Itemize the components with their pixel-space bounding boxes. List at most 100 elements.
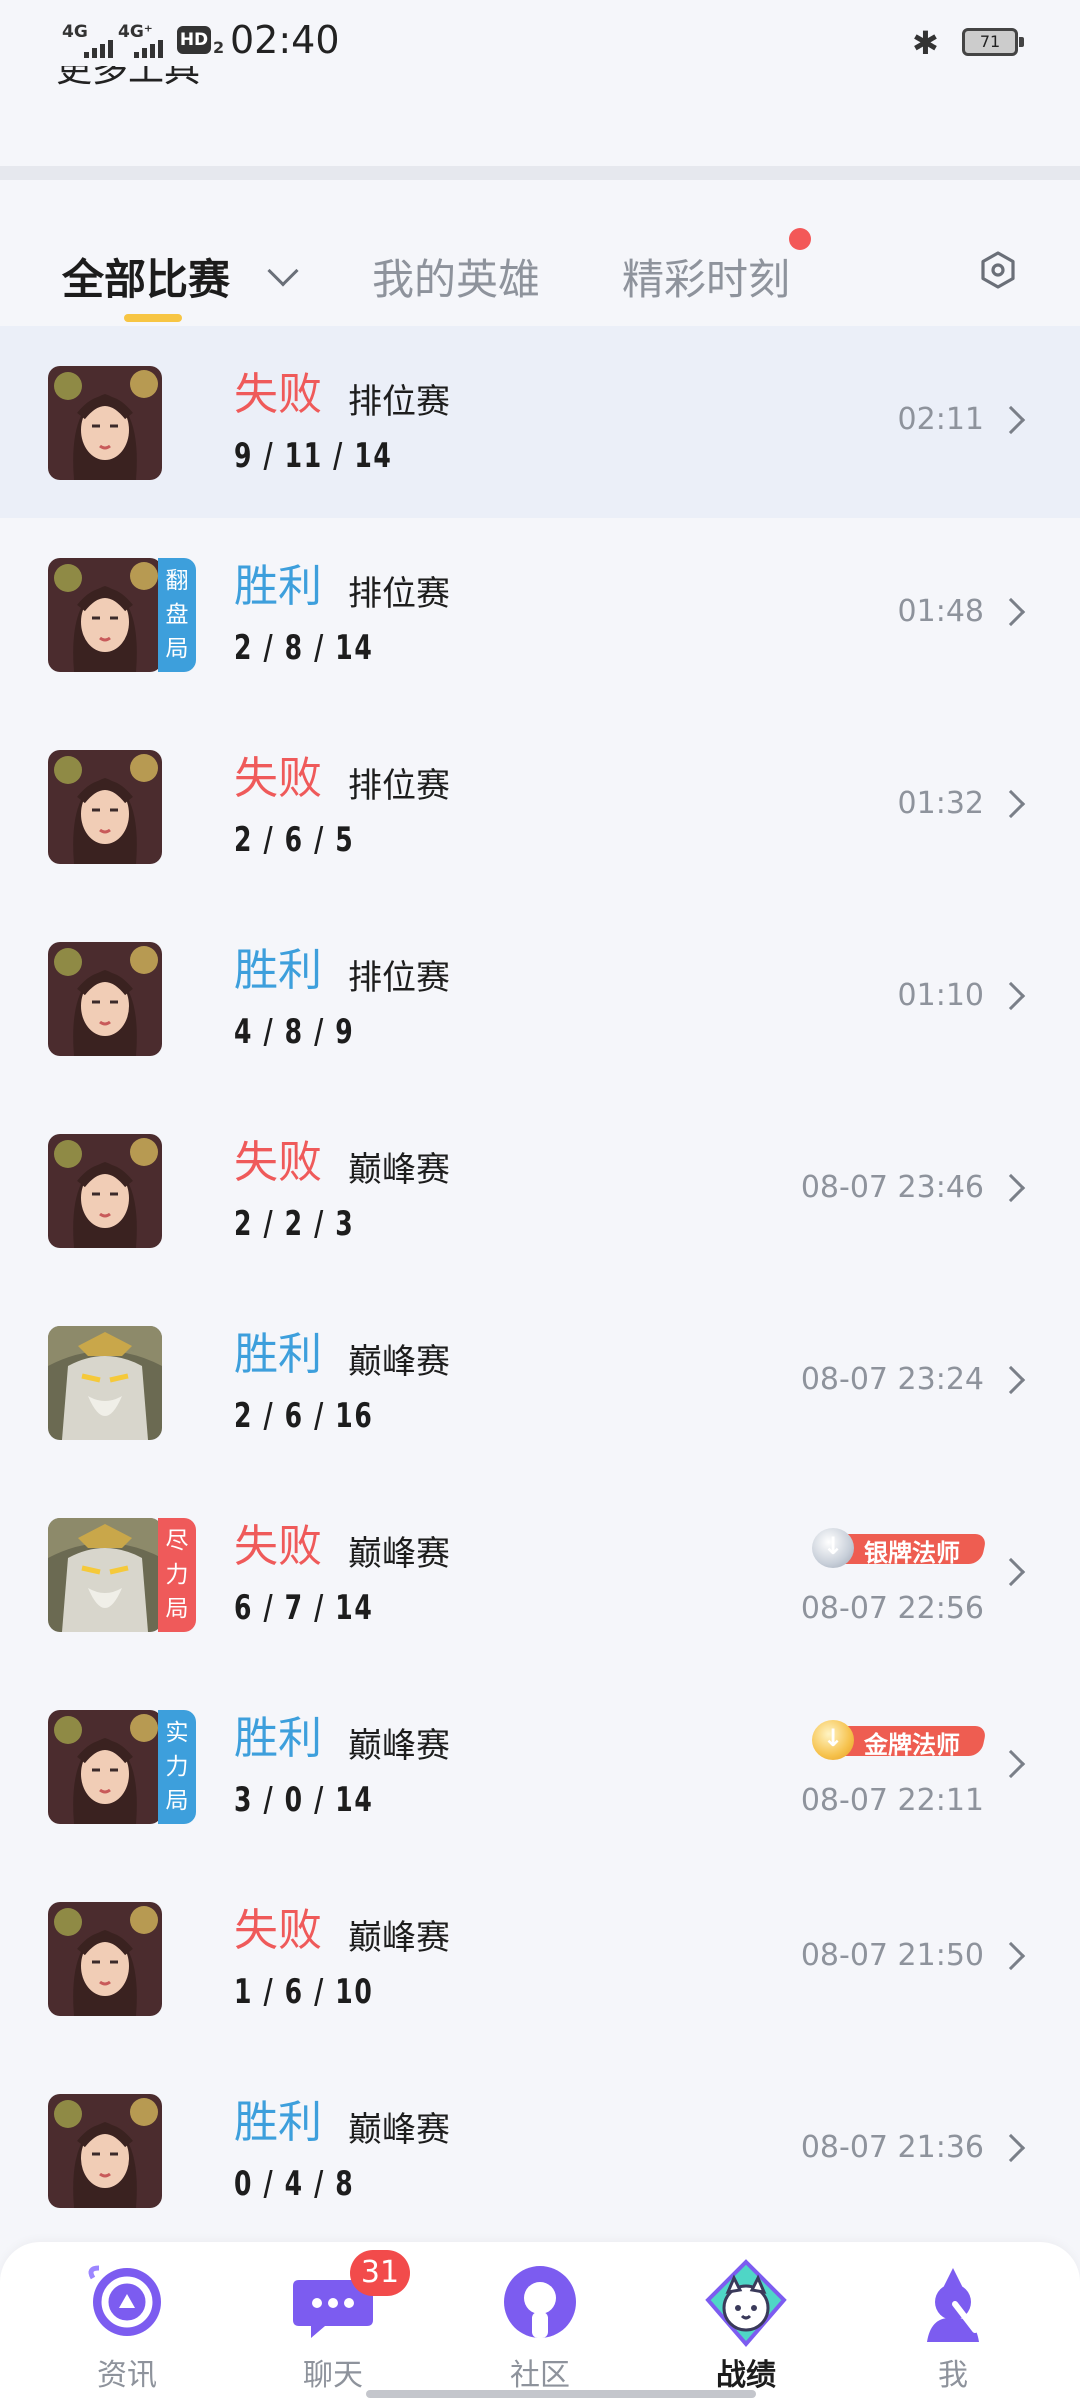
match-kda: 2 / 2 / 3 (234, 1204, 355, 1244)
more-tools-label: 更多工具 (56, 66, 201, 90)
notification-dot (789, 228, 811, 250)
match-time: 08-07 21:50 (800, 1938, 984, 1973)
badge-char: 力 (165, 1562, 189, 1588)
chevron-right-icon (996, 597, 1026, 627)
nav-me[interactable]: 我 (850, 2242, 1056, 2400)
nav-news[interactable]: 资讯 (24, 2242, 230, 2400)
home-indicator (366, 2390, 756, 2398)
signal-bars-icon (134, 40, 163, 58)
tab-active-indicator (124, 314, 182, 322)
match-tabs: 全部比赛 我的英雄 精彩时刻 (0, 180, 1080, 326)
match-row[interactable]: 失败 巅峰赛 1 / 6 / 10 08-07 21:50 (0, 1862, 1080, 2054)
nav-community[interactable]: 社区 (437, 2242, 643, 2400)
hd-voice-icon: HD (177, 26, 211, 54)
rank-badge: 银牌法师 (812, 1528, 988, 1568)
match-time: 01:10 (897, 978, 984, 1013)
rank-badge: 金牌法师 (812, 1720, 988, 1760)
badge-char: 翻 (165, 568, 189, 594)
community-icon (504, 2266, 576, 2338)
record-mascot-icon (705, 2259, 787, 2348)
medal-icon (812, 1528, 854, 1568)
match-row[interactable]: 失败 巅峰赛 2 / 2 / 3 08-07 23:46 (0, 1094, 1080, 1286)
hero-avatar (48, 2094, 162, 2208)
signal-4g-label: 4G (62, 22, 88, 42)
match-list: 失败 排位赛 9 / 11 / 14 02:11 胜利 排位赛 2 / 8 / … (0, 326, 1080, 2246)
nav-me-label: 我 (938, 2358, 968, 2393)
nav-chat[interactable]: 31 聊天 (230, 2242, 436, 2400)
hero-avatar (48, 942, 162, 1056)
hero-avatar (48, 1710, 162, 1824)
match-time: 01:32 (897, 786, 984, 821)
hero-avatar (48, 558, 162, 672)
badge-char: 盘 (165, 602, 189, 628)
match-time: 02:11 (897, 402, 984, 437)
chevron-right-icon (996, 405, 1026, 435)
match-time: 08-07 23:24 (800, 1362, 984, 1397)
tab-all-matches[interactable]: 全部比赛 (62, 246, 230, 307)
match-row[interactable]: 胜利 巅峰赛 0 / 4 / 8 08-07 21:36 (0, 2054, 1080, 2246)
match-result: 胜利 (234, 1713, 322, 1764)
match-result: 失败 (234, 1137, 322, 1188)
signal-4g-plus-label: 4G⁺ (118, 22, 153, 42)
nav-community-label: 社区 (510, 2358, 570, 2393)
hero-avatar (48, 1134, 162, 1248)
chevron-right-icon (996, 2133, 1026, 2163)
match-row[interactable]: 胜利 排位赛 2 / 8 / 14 01:48 翻盘局 (0, 518, 1080, 710)
match-kda: 4 / 8 / 9 (234, 1012, 355, 1052)
settings-icon[interactable] (978, 250, 1018, 290)
match-result: 胜利 (234, 2097, 322, 2148)
chevron-right-icon (996, 789, 1026, 819)
match-row[interactable]: 失败 排位赛 2 / 6 / 5 01:32 (0, 710, 1080, 902)
nav-chat-label: 聊天 (303, 2358, 363, 2393)
status-time: 02:40 (230, 18, 340, 62)
chevron-right-icon (996, 981, 1026, 1011)
match-kda: 6 / 7 / 14 (234, 1588, 374, 1628)
hero-avatar (48, 750, 162, 864)
match-mode: 巅峰赛 (348, 2110, 450, 2150)
badge-char: 局 (165, 1596, 189, 1622)
match-time: 08-07 22:56 (800, 1591, 984, 1626)
match-result: 失败 (234, 369, 322, 420)
match-kda: 0 / 4 / 8 (234, 2164, 355, 2204)
match-result: 失败 (234, 1905, 322, 1956)
hero-avatar (48, 1518, 162, 1632)
badge-char: 局 (165, 636, 189, 662)
badge-char: 力 (165, 1754, 189, 1780)
match-row[interactable]: 胜利 排位赛 4 / 8 / 9 01:10 (0, 902, 1080, 1094)
signal-bars-icon (84, 40, 113, 58)
bottom-nav: 资讯 31 聊天 社区 战绩 我 (0, 2242, 1080, 2400)
match-row[interactable]: 失败 巅峰赛 6 / 7 / 14 08-07 22:56 尽力局 银牌法师 (0, 1478, 1080, 1670)
match-mode: 巅峰赛 (348, 1918, 450, 1958)
match-mode: 排位赛 (348, 574, 450, 614)
match-mode: 排位赛 (348, 766, 450, 806)
chevron-down-icon[interactable] (267, 255, 299, 287)
match-mode: 巅峰赛 (348, 1534, 450, 1574)
match-tag-badge: 翻盘局 (158, 558, 196, 672)
match-result: 失败 (234, 753, 322, 804)
match-time: 08-07 22:11 (800, 1783, 984, 1818)
match-mode: 排位赛 (348, 958, 450, 998)
hero-avatar (48, 1902, 162, 2016)
match-row[interactable]: 失败 排位赛 9 / 11 / 14 02:11 (0, 326, 1080, 518)
badge-char: 局 (165, 1788, 189, 1814)
battery-icon: 71 (962, 28, 1024, 56)
match-result: 失败 (234, 1521, 322, 1572)
nav-news-label: 资讯 (97, 2358, 157, 2393)
profile-icon (927, 2268, 979, 2342)
news-icon (88, 2265, 161, 2336)
match-mode: 巅峰赛 (348, 1150, 450, 1190)
tab-highlights[interactable]: 精彩时刻 (622, 246, 790, 307)
match-tag-badge: 尽力局 (158, 1518, 196, 1632)
match-row[interactable]: 胜利 巅峰赛 3 / 0 / 14 08-07 22:11 实力局 金牌法师 (0, 1670, 1080, 1862)
match-kda: 2 / 8 / 14 (234, 628, 374, 668)
badge-char: 尽 (165, 1528, 189, 1554)
hero-avatar (48, 1326, 162, 1440)
more-tools-link[interactable]: 更多工具 (56, 66, 200, 106)
match-result: 胜利 (234, 1329, 322, 1380)
match-row[interactable]: 胜利 巅峰赛 2 / 6 / 16 08-07 23:24 (0, 1286, 1080, 1478)
nav-record[interactable]: 战绩 (643, 2242, 849, 2400)
match-mode: 巅峰赛 (348, 1342, 450, 1382)
tab-my-heroes[interactable]: 我的英雄 (372, 246, 540, 307)
hd-voice-sub: 2 (213, 38, 225, 57)
match-time: 08-07 21:36 (800, 2130, 984, 2165)
